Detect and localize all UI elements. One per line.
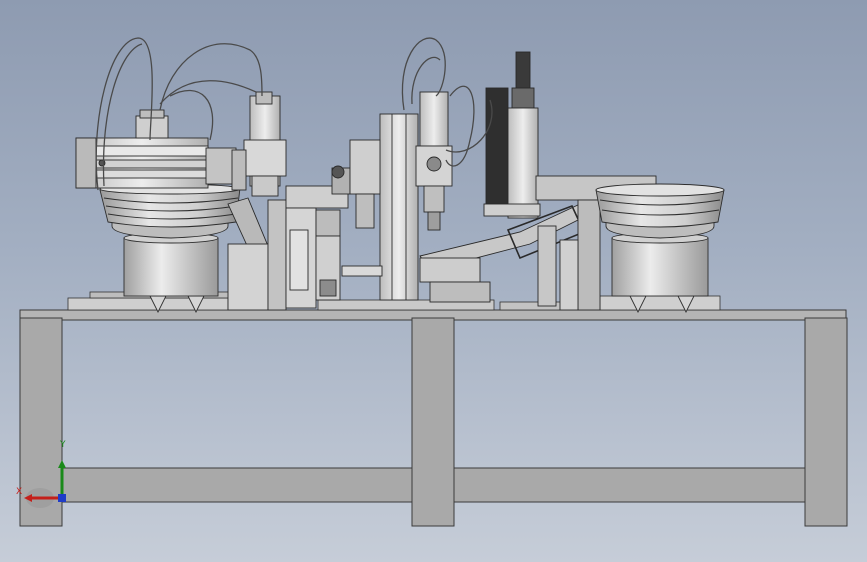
frame-leg-middle (411, 317, 455, 527)
left-feed-chute (227, 197, 287, 311)
frame-leg-right (804, 317, 848, 527)
center-main-column[interactable] (341, 113, 419, 301)
frame-lower-beam-right (453, 467, 806, 503)
base-frame (19, 309, 848, 527)
right-bowl-feeder[interactable] (595, 183, 725, 314)
cad-viewport[interactable]: X Y (0, 0, 867, 562)
left-vertical-slide[interactable] (231, 91, 287, 197)
axis-y-label: Y (60, 440, 66, 450)
axis-x-label: X (16, 487, 23, 497)
center-left-mechanism[interactable] (285, 165, 351, 309)
machine-assembly-model[interactable] (0, 0, 867, 562)
frame-lower-beam-left (61, 467, 413, 503)
left-cylinder-block[interactable] (75, 109, 237, 189)
